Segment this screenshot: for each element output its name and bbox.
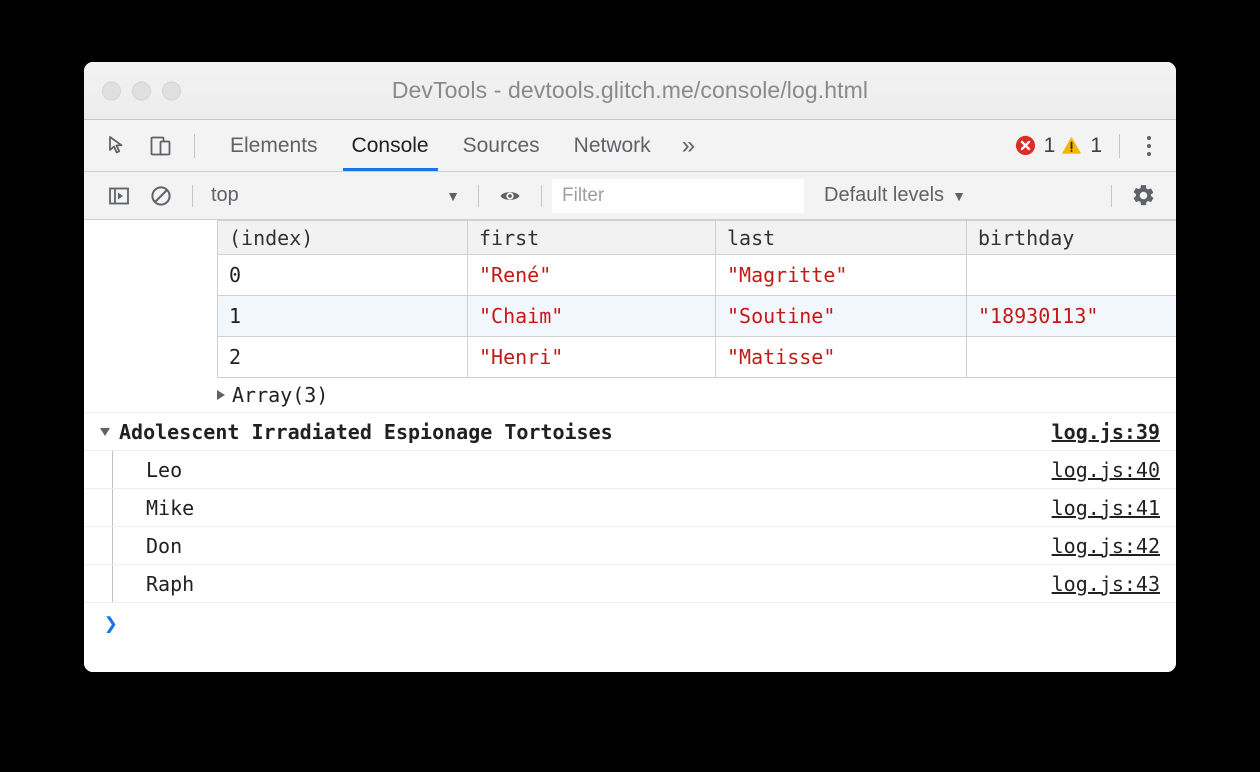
console-message-list[interactable]: (index) first last birthday 0 "René" "Ma…	[84, 220, 1176, 672]
source-link[interactable]: log.js:40	[1052, 458, 1160, 482]
tabbar-status-area: 1 1	[1014, 129, 1176, 163]
chevron-down-icon: ▼	[952, 189, 966, 203]
table-cell-index: 1	[218, 296, 468, 337]
array-summary-row[interactable]: Array(3)	[84, 378, 1176, 412]
toolbar-divider-1	[192, 185, 193, 207]
console-table: (index) first last birthday 0 "René" "Ma…	[217, 220, 1176, 378]
window-zoom-button[interactable]	[162, 81, 181, 100]
toolbar-divider-2	[478, 185, 479, 207]
table-header-birthday: birthday	[967, 221, 1177, 255]
chevron-down-icon: ▼	[446, 189, 460, 203]
warning-count-value: 1	[1090, 134, 1102, 158]
table-row: 0 "René" "Magritte"	[218, 255, 1177, 296]
filter-input[interactable]	[552, 179, 804, 213]
log-message-text: Don	[146, 534, 182, 558]
window-minimize-button[interactable]	[132, 81, 151, 100]
table-cell-first: "Chaim"	[468, 296, 716, 337]
table-cell-first: "René"	[468, 255, 716, 296]
console-toolbar: top ▼ Default levels ▼	[84, 172, 1176, 220]
settings-gear-icon[interactable]	[1122, 176, 1164, 216]
table-cell-birthday	[967, 337, 1177, 378]
source-link[interactable]: log.js:39	[1052, 420, 1160, 444]
toolbar-divider-3	[541, 185, 542, 207]
device-toolbar-icon[interactable]	[140, 126, 182, 166]
console-group: Adolescent Irradiated Espionage Tortoise…	[84, 412, 1176, 602]
table-cell-last: "Matisse"	[716, 337, 967, 378]
table-cell-index: 2	[218, 337, 468, 378]
devtools-window: DevTools - devtools.glitch.me/console/lo…	[84, 62, 1176, 672]
table-cell-index: 0	[218, 255, 468, 296]
table-cell-last: "Soutine"	[716, 296, 967, 337]
table-row: 1 "Chaim" "Soutine" "18930113"	[218, 296, 1177, 337]
log-message-row: Leo log.js:40	[84, 450, 1176, 488]
table-cell-first: "Henri"	[468, 337, 716, 378]
log-message-text: Raph	[146, 572, 194, 596]
array-summary-label: Array(3)	[232, 383, 328, 407]
clear-console-icon[interactable]	[140, 176, 182, 216]
error-count-badge[interactable]: 1	[1014, 134, 1056, 158]
tab-network-label: Network	[574, 134, 651, 158]
console-table-output: (index) first last birthday 0 "René" "Ma…	[84, 220, 1176, 378]
tab-sources[interactable]: Sources	[446, 120, 557, 171]
inspect-cursor-icon[interactable]	[98, 126, 140, 166]
devtools-tabbar: Elements Console Sources Network » 1	[84, 120, 1176, 172]
table-row: 2 "Henri" "Matisse"	[218, 337, 1177, 378]
error-icon	[1014, 134, 1037, 157]
tab-sources-label: Sources	[463, 134, 540, 158]
source-link[interactable]: log.js:41	[1052, 496, 1160, 520]
more-vertical-icon[interactable]	[1132, 129, 1166, 163]
execution-context-value: top	[211, 184, 446, 207]
window-title: DevTools - devtools.glitch.me/console/lo…	[84, 77, 1176, 104]
log-message-row: Don log.js:42	[84, 526, 1176, 564]
execution-context-selector[interactable]: top ▼	[203, 181, 468, 211]
log-message-text: Mike	[146, 496, 194, 520]
tabbar-divider	[194, 134, 195, 158]
tab-elements[interactable]: Elements	[213, 120, 335, 171]
table-cell-birthday: "18930113"	[967, 296, 1177, 337]
source-link[interactable]: log.js:43	[1052, 572, 1160, 596]
log-message-row: Raph log.js:43	[84, 564, 1176, 602]
log-levels-value: Default levels	[824, 184, 944, 207]
more-tabs-button[interactable]: »	[668, 120, 709, 171]
status-divider	[1119, 134, 1120, 158]
table-cell-last: "Magritte"	[716, 255, 967, 296]
log-message-text: Leo	[146, 458, 182, 482]
group-header-label: Adolescent Irradiated Espionage Tortoise…	[119, 420, 613, 444]
warning-icon	[1060, 134, 1083, 157]
traffic-lights	[102, 81, 181, 100]
tab-console-label: Console	[352, 134, 429, 158]
tab-elements-label: Elements	[230, 134, 318, 158]
tab-network[interactable]: Network	[557, 120, 668, 171]
console-sidebar-icon[interactable]	[98, 176, 140, 216]
console-prompt-row[interactable]: ❯	[84, 602, 1176, 645]
expand-triangle-icon[interactable]	[217, 390, 225, 400]
panel-tabs: Elements Console Sources Network »	[213, 120, 709, 171]
live-expression-eye-icon[interactable]	[489, 176, 531, 216]
log-message-row: Mike log.js:41	[84, 488, 1176, 526]
error-count-value: 1	[1044, 134, 1056, 158]
source-link[interactable]: log.js:42	[1052, 534, 1160, 558]
tab-console[interactable]: Console	[335, 120, 446, 171]
collapse-triangle-icon[interactable]	[100, 428, 110, 436]
prompt-chevron-icon: ❯	[104, 613, 118, 636]
table-header-first: first	[468, 221, 716, 255]
window-close-button[interactable]	[102, 81, 121, 100]
table-cell-birthday	[967, 255, 1177, 296]
log-levels-selector[interactable]: Default levels ▼	[814, 181, 976, 211]
table-header-row: (index) first last birthday	[218, 221, 1177, 255]
console-toolbar-right	[1101, 176, 1176, 216]
window-titlebar: DevTools - devtools.glitch.me/console/lo…	[84, 62, 1176, 120]
group-header-row[interactable]: Adolescent Irradiated Espionage Tortoise…	[84, 412, 1176, 450]
table-header-index: (index)	[218, 221, 468, 255]
toolbar-divider-4	[1111, 185, 1112, 207]
warning-count-badge[interactable]: 1	[1060, 134, 1102, 158]
table-header-last: last	[716, 221, 967, 255]
